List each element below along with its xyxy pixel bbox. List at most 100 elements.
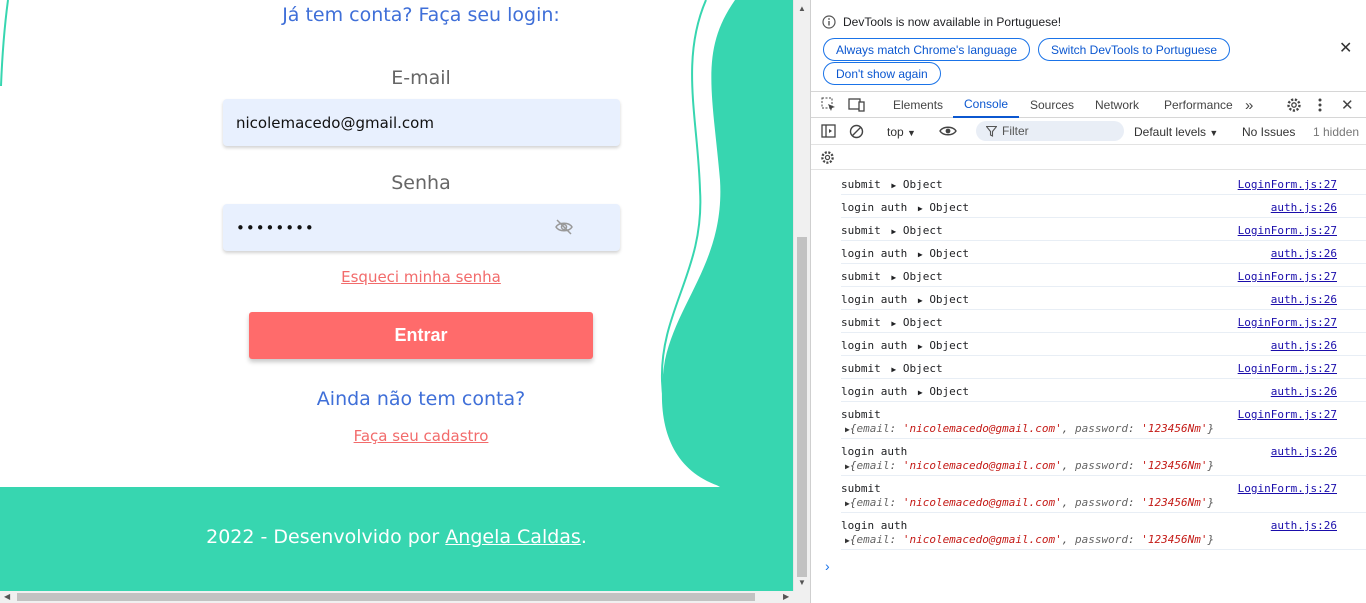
console-log-row: submit ▶ Object LoginForm.js:27	[841, 218, 1366, 241]
expand-triangle-icon[interactable]: ▶	[845, 462, 850, 471]
object-label[interactable]: Object	[903, 178, 943, 191]
log-source-link[interactable]: LoginForm.js:27	[1238, 270, 1337, 283]
expand-triangle-icon[interactable]: ▶	[891, 319, 896, 328]
infobar-close-icon[interactable]: ✕	[1339, 38, 1352, 58]
scroll-right-arrow-icon[interactable]: ▶	[783, 592, 789, 601]
scroll-left-arrow-icon[interactable]: ◀	[4, 592, 10, 601]
context-selector[interactable]: top ▼	[887, 125, 916, 139]
log-object-preview[interactable]: ▶{email: 'nicolemacedo@gmail.com', passw…	[845, 459, 1214, 472]
horizontal-scroll-thumb[interactable]	[17, 593, 755, 601]
console-log-row: login auth ▶ Object auth.js:26	[841, 241, 1366, 264]
settings-gear-icon[interactable]	[1286, 97, 1302, 113]
more-options-icon[interactable]	[1317, 97, 1323, 113]
page-vertical-scrollbar[interactable]: ▲ ▼	[793, 0, 810, 591]
sidebar-toggle-icon[interactable]	[821, 124, 836, 138]
expand-triangle-icon[interactable]: ▶	[891, 181, 896, 190]
scroll-up-arrow-icon[interactable]: ▲	[798, 4, 806, 13]
log-source-link[interactable]: LoginForm.js:27	[1238, 224, 1337, 237]
footer-author-link[interactable]: Angela Caldas	[445, 526, 581, 548]
console-log-row-expanded: login auth auth.js:26 ▶{email: 'nicolemace…	[841, 513, 1366, 550]
object-value-password: '123456Nm'	[1141, 422, 1208, 435]
log-source-link[interactable]: auth.js:26	[1271, 293, 1337, 306]
expand-triangle-icon[interactable]: ▶	[918, 204, 923, 213]
page-horizontal-scrollbar[interactable]: ◀ ▶	[0, 591, 810, 603]
log-object-preview[interactable]: ▶{email: 'nicolemacedo@gmail.com', passw…	[845, 422, 1214, 435]
log-source-link[interactable]: auth.js:26	[1271, 519, 1337, 532]
object-label[interactable]: Object	[929, 201, 969, 214]
vertical-scroll-thumb[interactable]	[797, 237, 807, 577]
expand-triangle-icon[interactable]: ▶	[918, 296, 923, 305]
object-label[interactable]: Object	[903, 362, 943, 375]
tab-network[interactable]: Network	[1095, 92, 1139, 118]
log-source-link[interactable]: auth.js:26	[1271, 339, 1337, 352]
log-levels-dropdown[interactable]: Default levels ▼	[1134, 125, 1218, 139]
more-tabs-icon[interactable]: »	[1245, 92, 1253, 118]
expand-triangle-icon[interactable]: ▶	[918, 250, 923, 259]
object-value-password: '123456Nm'	[1141, 496, 1208, 509]
console-prompt[interactable]: ›	[825, 558, 830, 574]
password-input[interactable]: ••••••••	[223, 204, 620, 251]
console-log-row: login auth ▶ Object auth.js:26	[841, 195, 1366, 218]
object-label[interactable]: Object	[929, 247, 969, 260]
console-log-row: login auth ▶ Object auth.js:26	[841, 379, 1366, 402]
log-source-link[interactable]: auth.js:26	[1271, 445, 1337, 458]
scroll-down-arrow-icon[interactable]: ▼	[798, 578, 806, 587]
log-message: login auth ▶ Object	[841, 247, 969, 260]
forgot-password-link[interactable]: Esqueci minha senha	[341, 268, 501, 286]
log-object-preview[interactable]: ▶{email: 'nicolemacedo@gmail.com', passw…	[845, 533, 1214, 546]
live-expression-eye-icon[interactable]	[939, 125, 957, 137]
eye-slash-icon[interactable]	[554, 218, 574, 236]
expand-triangle-icon[interactable]: ▶	[918, 342, 923, 351]
log-text: submit	[841, 408, 881, 421]
device-toolbar-icon[interactable]	[848, 97, 866, 113]
object-key-password: password	[1075, 496, 1129, 509]
object-label[interactable]: Object	[903, 270, 943, 283]
console-toolbar: top ▼ Filter Default levels ▼ No Issues …	[811, 118, 1366, 145]
hidden-count: 1 hidden	[1313, 125, 1360, 139]
log-source-link[interactable]: LoginForm.js:27	[1238, 408, 1337, 421]
object-label[interactable]: Object	[929, 339, 969, 352]
log-text: submit	[841, 270, 881, 283]
signup-link-wrap: Faça seu cadastro	[222, 427, 620, 446]
issues-counter[interactable]: No Issues	[1242, 125, 1295, 139]
match-language-button[interactable]: Always match Chrome's language	[823, 38, 1031, 61]
log-text: submit	[841, 224, 881, 237]
filter-input[interactable]: Filter	[976, 121, 1124, 141]
log-source-link[interactable]: auth.js:26	[1271, 247, 1337, 260]
console-settings-gear-icon[interactable]	[820, 150, 835, 165]
login-button[interactable]: Entrar	[249, 312, 593, 359]
expand-triangle-icon[interactable]: ▶	[891, 365, 896, 374]
expand-triangle-icon[interactable]: ▶	[891, 227, 896, 236]
object-label[interactable]: Object	[903, 316, 943, 329]
tab-elements[interactable]: Elements	[893, 92, 943, 118]
close-devtools-icon[interactable]: ✕	[1341, 92, 1354, 118]
infobar-message: DevTools is now available in Portuguese!	[843, 15, 1062, 29]
log-object-preview[interactable]: ▶{email: 'nicolemacedo@gmail.com', passw…	[845, 496, 1214, 509]
log-source-link[interactable]: auth.js:26	[1271, 201, 1337, 214]
footer: 2022 - Desenvolvido por Angela Caldas.	[0, 487, 793, 591]
expand-triangle-icon[interactable]: ▶	[918, 388, 923, 397]
expand-triangle-icon[interactable]: ▶	[845, 425, 850, 434]
object-label[interactable]: Object	[929, 385, 969, 398]
object-label[interactable]: Object	[929, 293, 969, 306]
log-source-link[interactable]: LoginForm.js:27	[1238, 316, 1337, 329]
tab-console[interactable]: Console	[953, 92, 1020, 118]
object-value-email: 'nicolemacedo@gmail.com'	[902, 496, 1062, 509]
log-source-link[interactable]: LoginForm.js:27	[1238, 178, 1337, 191]
expand-triangle-icon[interactable]: ▶	[891, 273, 896, 282]
expand-triangle-icon[interactable]: ▶	[845, 499, 850, 508]
object-label[interactable]: Object	[903, 224, 943, 237]
clear-console-icon[interactable]	[849, 124, 864, 139]
signup-link[interactable]: Faça seu cadastro	[354, 427, 489, 445]
log-source-link[interactable]: LoginForm.js:27	[1238, 362, 1337, 375]
tab-performance[interactable]: Performance	[1164, 92, 1233, 118]
switch-language-button[interactable]: Switch DevTools to Portuguese	[1038, 38, 1231, 61]
object-key-email: email	[856, 422, 890, 435]
dont-show-again-button[interactable]: Don't show again	[823, 62, 941, 85]
email-input[interactable]: nicolemacedo@gmail.com	[223, 99, 620, 146]
log-source-link[interactable]: auth.js:26	[1271, 385, 1337, 398]
log-source-link[interactable]: LoginForm.js:27	[1238, 482, 1337, 495]
inspect-element-icon[interactable]	[821, 97, 837, 113]
tab-sources[interactable]: Sources	[1030, 92, 1074, 118]
expand-triangle-icon[interactable]: ▶	[845, 536, 850, 545]
